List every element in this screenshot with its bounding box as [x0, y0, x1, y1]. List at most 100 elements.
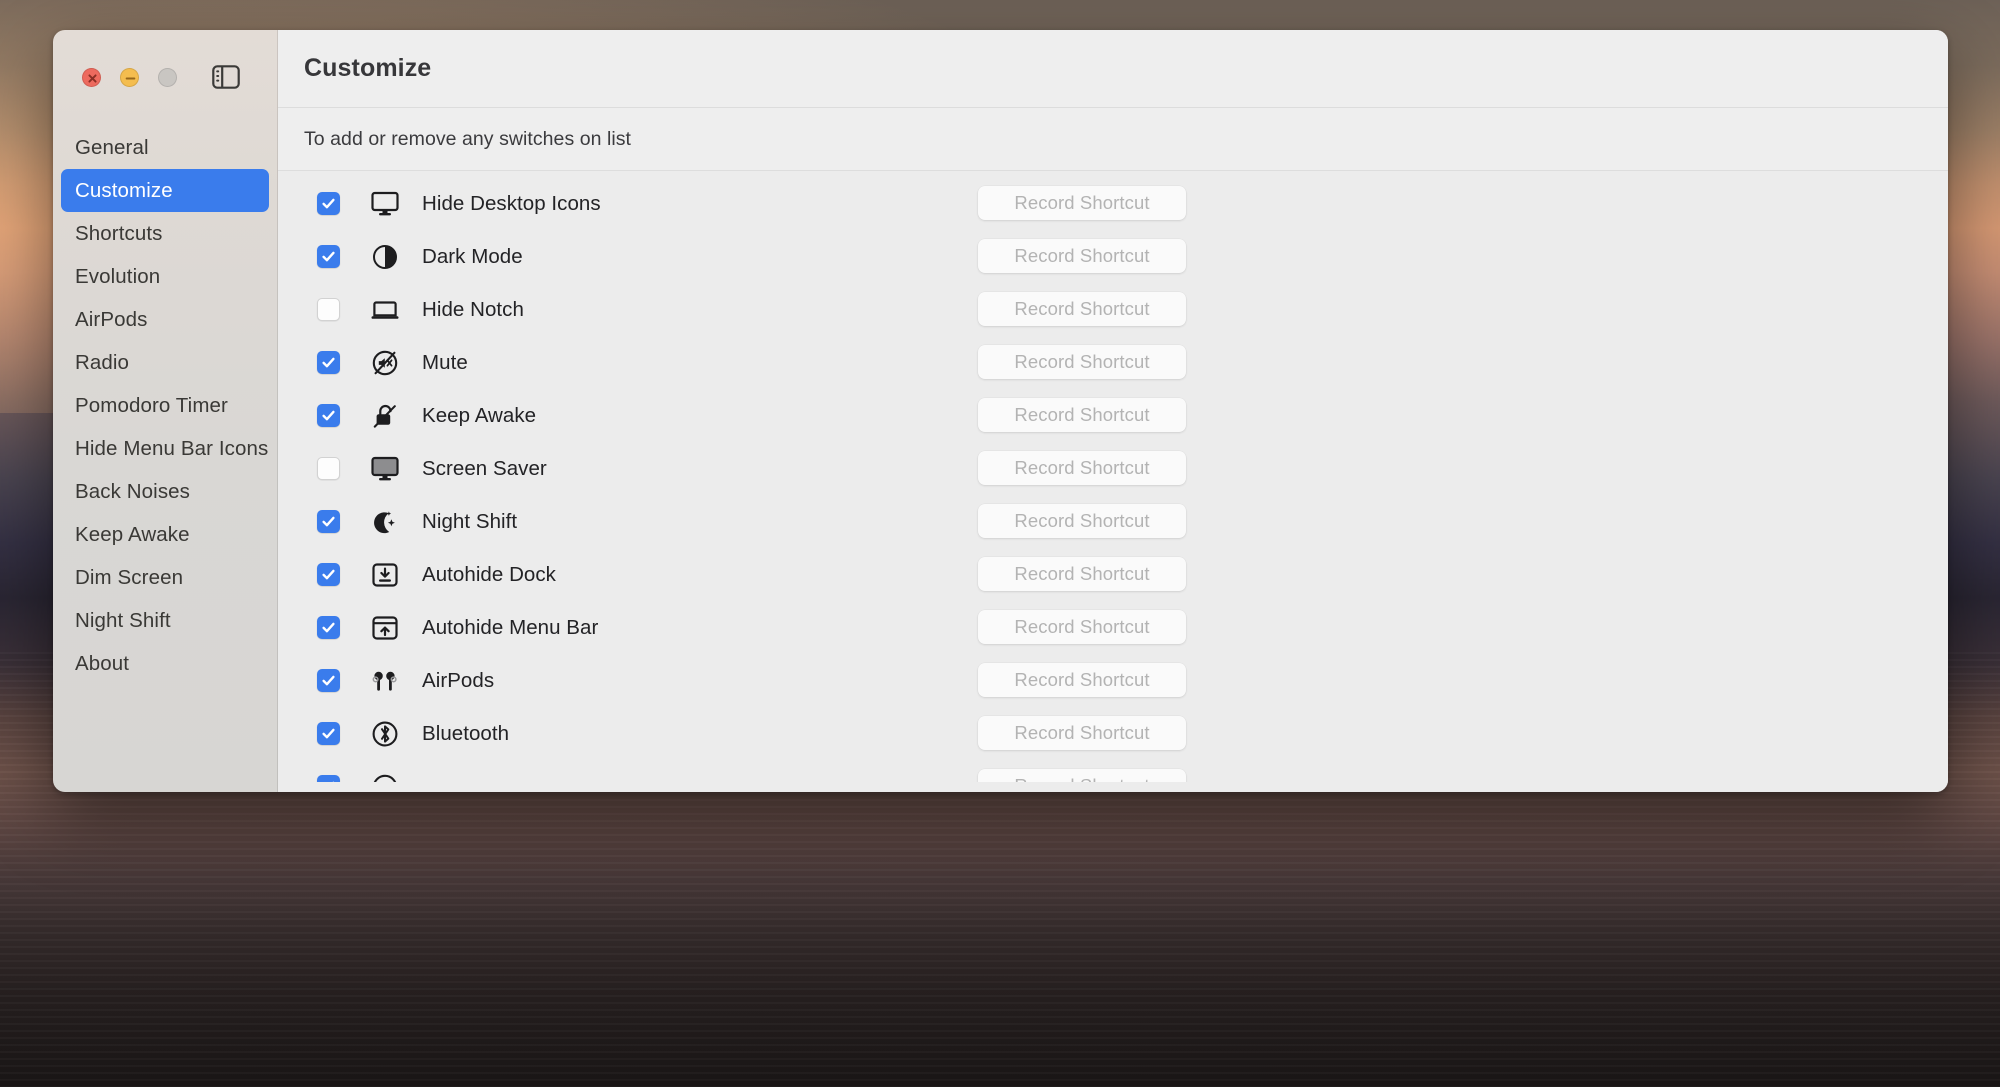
laptop-icon: [371, 300, 399, 319]
checkbox-night-shift[interactable]: [317, 510, 340, 533]
switch-row: Hide Notch Record Shortcut: [278, 283, 1948, 336]
record-shortcut-button[interactable]: Record Shortcut: [978, 451, 1186, 485]
checkbox-mute[interactable]: [317, 351, 340, 374]
switch-row: AirPods Record Shortcut: [278, 654, 1948, 707]
switch-row: Dark Mode Record Shortcut: [278, 230, 1948, 283]
record-shortcut-button[interactable]: Record Shortcut: [978, 345, 1186, 379]
sidebar-item-keep-awake[interactable]: Keep Awake: [61, 513, 269, 556]
checkmark-icon: [322, 622, 335, 633]
checkbox-hide-notch[interactable]: [317, 298, 340, 321]
airpods-icon: [372, 671, 397, 691]
sidebar-item-label: General: [75, 135, 149, 159]
row-icon-wrapper: [368, 560, 402, 590]
row-icon-wrapper: [368, 242, 402, 272]
sidebar-item-general[interactable]: General: [61, 126, 269, 169]
subtitle-text: To add or remove any switches on list: [304, 127, 631, 150]
row-icon-wrapper: [368, 295, 402, 325]
minimize-button[interactable]: [120, 68, 139, 87]
sidebar-item-pomodoro-timer[interactable]: Pomodoro Timer: [61, 384, 269, 427]
sidebar-item-dim-screen[interactable]: Dim Screen: [61, 556, 269, 599]
record-shortcut-button[interactable]: Record Shortcut: [978, 239, 1186, 273]
switch-row: Keep Awake Record Shortcut: [278, 389, 1948, 442]
display-icon: [371, 191, 399, 215]
sidebar-item-label: About: [75, 651, 130, 675]
circle-icon: [373, 774, 397, 782]
menubar-arrow-up-icon: [372, 615, 398, 640]
switch-row: Hide Desktop Icons Record Shortcut: [278, 177, 1948, 230]
record-shortcut-button[interactable]: Record Shortcut: [978, 504, 1186, 538]
checkmark-icon: [322, 357, 335, 368]
content-pane: Customize To add or remove any switches …: [278, 30, 1948, 792]
sidebar-item-customize[interactable]: Customize: [61, 169, 269, 212]
bluetooth-circle-icon: [372, 721, 398, 746]
record-shortcut-button[interactable]: Record Shortcut: [978, 398, 1186, 432]
row-icon-wrapper: [368, 189, 402, 219]
sidebar-item-label: AirPods: [75, 307, 148, 331]
circle-half-filled-icon: [373, 244, 397, 269]
checkbox-keep-awake[interactable]: [317, 404, 340, 427]
switch-row: Autohide Dock Record Shortcut: [278, 548, 1948, 601]
record-shortcut-button[interactable]: Record Shortcut: [978, 610, 1186, 644]
checkbox-dark-mode[interactable]: [317, 245, 340, 268]
switch-row: Autohide Menu Bar Record Shortcut: [278, 601, 1948, 654]
close-icon: [88, 74, 97, 83]
checkbox-airpods[interactable]: [317, 669, 340, 692]
sidebar-item-label: Back Noises: [75, 479, 191, 503]
sidebar-item-label: Hide Menu Bar Icons: [75, 436, 269, 460]
sidebar-item-label: Customize: [75, 178, 173, 202]
switch-row: Bluetooth Record Shortcut: [278, 707, 1948, 760]
sidebar-toggle-icon: [212, 65, 240, 89]
record-shortcut-button[interactable]: Record Shortcut: [978, 557, 1186, 591]
sidebar-toggle-button[interactable]: [209, 61, 243, 93]
row-icon-wrapper: [368, 348, 402, 378]
record-shortcut-button[interactable]: Record Shortcut: [978, 769, 1186, 782]
sidebar-item-night-shift[interactable]: Night Shift: [61, 599, 269, 642]
record-shortcut-button[interactable]: Record Shortcut: [978, 292, 1186, 326]
row-icon-wrapper: [368, 772, 402, 782]
row-icon-wrapper: [368, 719, 402, 749]
record-shortcut-button[interactable]: Record Shortcut: [978, 663, 1186, 697]
moon-stars-icon: [374, 510, 395, 533]
content-titlebar: Customize: [278, 30, 1948, 108]
sidebar-item-shortcuts[interactable]: Shortcuts: [61, 212, 269, 255]
switch-row: Mute Record Shortcut: [278, 336, 1948, 389]
record-shortcut-button[interactable]: Record Shortcut: [978, 716, 1186, 750]
sidebar-item-label: Shortcuts: [75, 221, 163, 245]
dock-arrow-down-icon: [372, 562, 398, 587]
row-icon-wrapper: [368, 666, 402, 696]
maximize-button[interactable]: [158, 68, 177, 87]
row-icon-wrapper: [368, 454, 402, 484]
checkmark-icon: [322, 410, 335, 421]
sidebar-item-airpods[interactable]: AirPods: [61, 298, 269, 341]
switch-row: Night Shift Record Shortcut: [278, 495, 1948, 548]
checkmark-icon: [322, 516, 335, 527]
speaker-slash-circle-icon: [372, 350, 398, 375]
switch-row: Screen Saver Record Shortcut: [278, 442, 1948, 495]
checkmark-icon: [322, 251, 335, 262]
sidebar-item-label: Evolution: [75, 264, 161, 288]
lock-open-slash-icon: [373, 404, 396, 428]
checkbox-hide-desktop-icons[interactable]: [317, 192, 340, 215]
sidebar-item-hide-menu-bar-icons[interactable]: Hide Menu Bar Icons: [61, 427, 269, 470]
sidebar-item-label: Pomodoro Timer: [75, 393, 228, 417]
checkbox-autohide-dock[interactable]: [317, 563, 340, 586]
checkbox-partial[interactable]: [317, 775, 340, 782]
checkbox-autohide-menu-bar[interactable]: [317, 616, 340, 639]
sidebar: General Customize Shortcuts Evolution AirPod…: [53, 30, 278, 792]
record-shortcut-button[interactable]: Record Shortcut: [978, 186, 1186, 220]
sidebar-item-back-noises[interactable]: Back Noises: [61, 470, 269, 513]
checkmark-icon: [332, 781, 335, 782]
switch-list: Hide Desktop Icons Record Shortcut Dark Mo…: [278, 171, 1948, 792]
sidebar-item-about[interactable]: About: [61, 642, 269, 685]
sidebar-item-evolution[interactable]: Evolution: [61, 255, 269, 298]
checkbox-screen-saver[interactable]: [317, 457, 340, 480]
sidebar-item-radio[interactable]: Radio: [61, 341, 269, 384]
checkbox-bluetooth[interactable]: [317, 722, 340, 745]
close-button[interactable]: [82, 68, 101, 87]
checkmark-icon: [322, 675, 335, 686]
sidebar-item-label: Radio: [75, 350, 130, 374]
checkmark-icon: [322, 569, 335, 580]
sidebar-nav: General Customize Shortcuts Evolution AirPod…: [53, 126, 277, 685]
row-icon-wrapper: [368, 401, 402, 431]
window-controls: [82, 68, 177, 87]
